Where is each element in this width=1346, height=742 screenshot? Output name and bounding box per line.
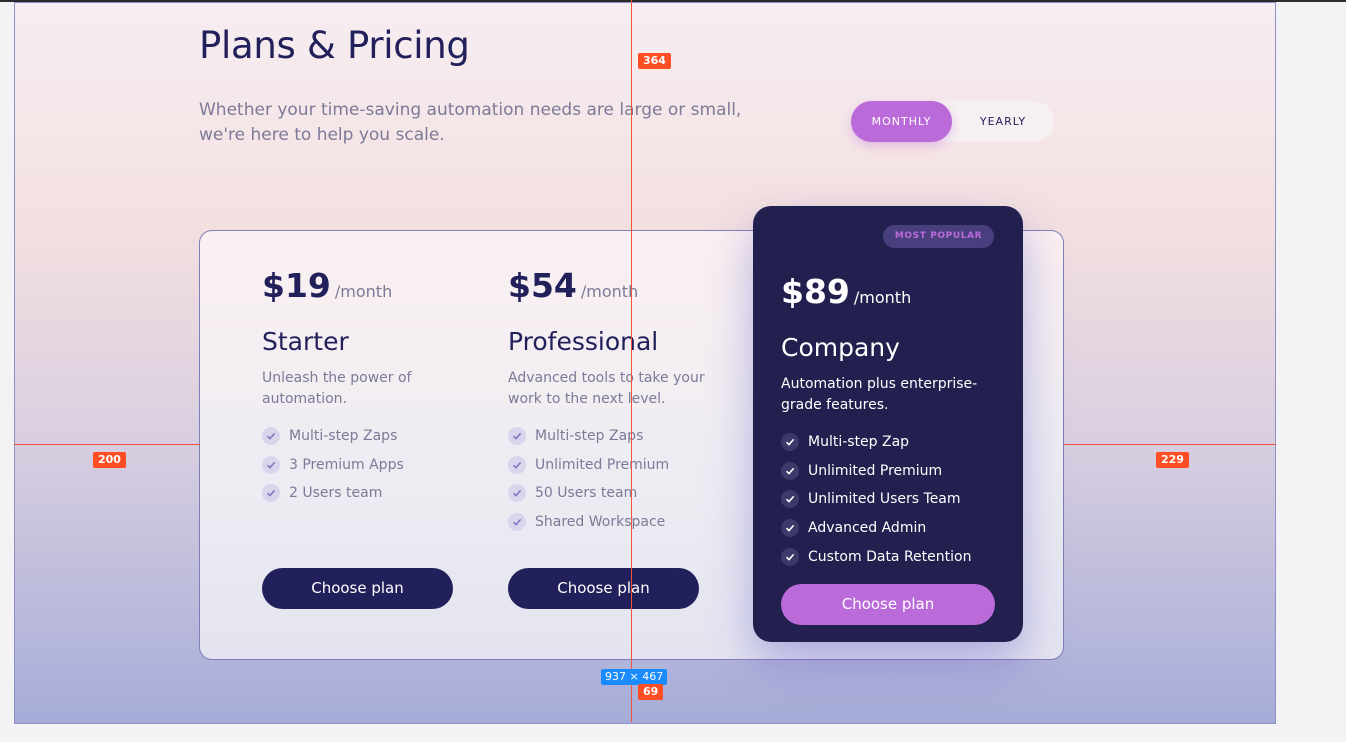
feature-label: 2 Users team bbox=[289, 485, 383, 502]
feature-label: Unlimited Premium bbox=[535, 456, 670, 473]
frame-size-badge: 937 × 467 bbox=[601, 669, 668, 685]
check-icon bbox=[508, 427, 526, 446]
feature-label: Unlimited Premium bbox=[808, 462, 943, 479]
feature-list: Multi-step Zaps 3 Premium Apps 2 Users t… bbox=[262, 422, 404, 508]
check-icon bbox=[262, 455, 280, 474]
plan-name: Professional bbox=[508, 327, 659, 356]
page-subtitle: Whether your time-saving automation need… bbox=[199, 100, 742, 145]
feature-label: Multi-step Zaps bbox=[535, 428, 644, 445]
toggle-monthly[interactable]: MONTHLY bbox=[851, 101, 952, 142]
feature-list: Multi-step Zap Unlimited Premium Unlimit… bbox=[781, 428, 971, 571]
feature-item: Unlimited Premium bbox=[781, 457, 971, 486]
spacing-label-left: 200 bbox=[93, 452, 126, 468]
feature-label: Shared Workspace bbox=[535, 514, 666, 531]
feature-label: Advanced Admin bbox=[808, 520, 927, 537]
guide-line-left bbox=[14, 444, 200, 445]
plan-name: Starter bbox=[262, 327, 349, 356]
plan-description: Advanced tools to take your work to the … bbox=[508, 370, 705, 407]
plan-price: $89/month bbox=[781, 272, 911, 311]
feature-item: Multi-step Zap bbox=[781, 428, 971, 457]
plan-description: Unleash the power of automation. bbox=[262, 370, 412, 407]
price-period: /month bbox=[853, 288, 912, 307]
feature-label: Multi-step Zaps bbox=[289, 428, 398, 445]
feature-label: 50 Users team bbox=[535, 485, 638, 502]
plan-price: $54/month bbox=[508, 266, 638, 305]
plan-description: Automation plus enterprise-grade feature… bbox=[781, 376, 978, 413]
toggle-yearly[interactable]: YEARLY bbox=[952, 101, 1054, 142]
feature-item: Advanced Admin bbox=[781, 514, 971, 543]
plan-card-company: MOST POPULAR $89/month Company Automatio… bbox=[753, 206, 1023, 642]
feature-item: Multi-step Zaps bbox=[508, 422, 669, 451]
check-icon bbox=[781, 547, 799, 566]
feature-list: Multi-step Zaps Unlimited Premium 50 Use… bbox=[508, 422, 669, 536]
spacing-label-right: 229 bbox=[1156, 452, 1189, 468]
choose-plan-button[interactable]: Choose plan bbox=[781, 584, 995, 625]
most-popular-badge: MOST POPULAR bbox=[883, 225, 994, 248]
check-icon bbox=[781, 433, 799, 452]
price-period: /month bbox=[334, 282, 393, 301]
page-title: Plans & Pricing bbox=[199, 24, 470, 67]
check-icon bbox=[508, 484, 526, 503]
feature-item: Custom Data Retention bbox=[781, 542, 971, 571]
price-amount: $19 bbox=[262, 266, 331, 305]
guide-line-right bbox=[1064, 444, 1276, 445]
check-icon bbox=[262, 427, 280, 446]
feature-item: Multi-step Zaps bbox=[262, 422, 404, 451]
plan-price: $19/month bbox=[262, 266, 392, 305]
feature-label: 3 Premium Apps bbox=[289, 456, 404, 473]
feature-item: 2 Users team bbox=[262, 479, 404, 508]
check-icon bbox=[262, 484, 280, 503]
feature-item: 50 Users team bbox=[508, 479, 669, 508]
choose-plan-button[interactable]: Choose plan bbox=[262, 568, 453, 609]
price-period: /month bbox=[580, 282, 639, 301]
feature-label: Unlimited Users Team bbox=[808, 491, 961, 508]
spacing-label-top: 364 bbox=[638, 53, 671, 69]
price-amount: $54 bbox=[508, 266, 577, 305]
check-icon bbox=[508, 513, 526, 532]
choose-plan-button[interactable]: Choose plan bbox=[508, 568, 699, 609]
check-icon bbox=[781, 461, 799, 480]
feature-item: Unlimited Premium bbox=[508, 451, 669, 480]
check-icon bbox=[781, 490, 799, 509]
plan-name: Company bbox=[781, 333, 900, 362]
spacing-label-bottom: 69 bbox=[638, 684, 664, 700]
feature-label: Multi-step Zap bbox=[808, 434, 910, 451]
feature-item: 3 Premium Apps bbox=[262, 451, 404, 480]
feature-item: Unlimited Users Team bbox=[781, 485, 971, 514]
check-icon bbox=[508, 455, 526, 474]
guide-line-vertical bbox=[631, 0, 632, 722]
feature-item: Shared Workspace bbox=[508, 508, 669, 537]
billing-toggle[interactable]: MONTHLY YEARLY bbox=[851, 101, 1054, 142]
feature-label: Custom Data Retention bbox=[808, 548, 972, 565]
price-amount: $89 bbox=[781, 272, 850, 311]
check-icon bbox=[781, 519, 799, 538]
